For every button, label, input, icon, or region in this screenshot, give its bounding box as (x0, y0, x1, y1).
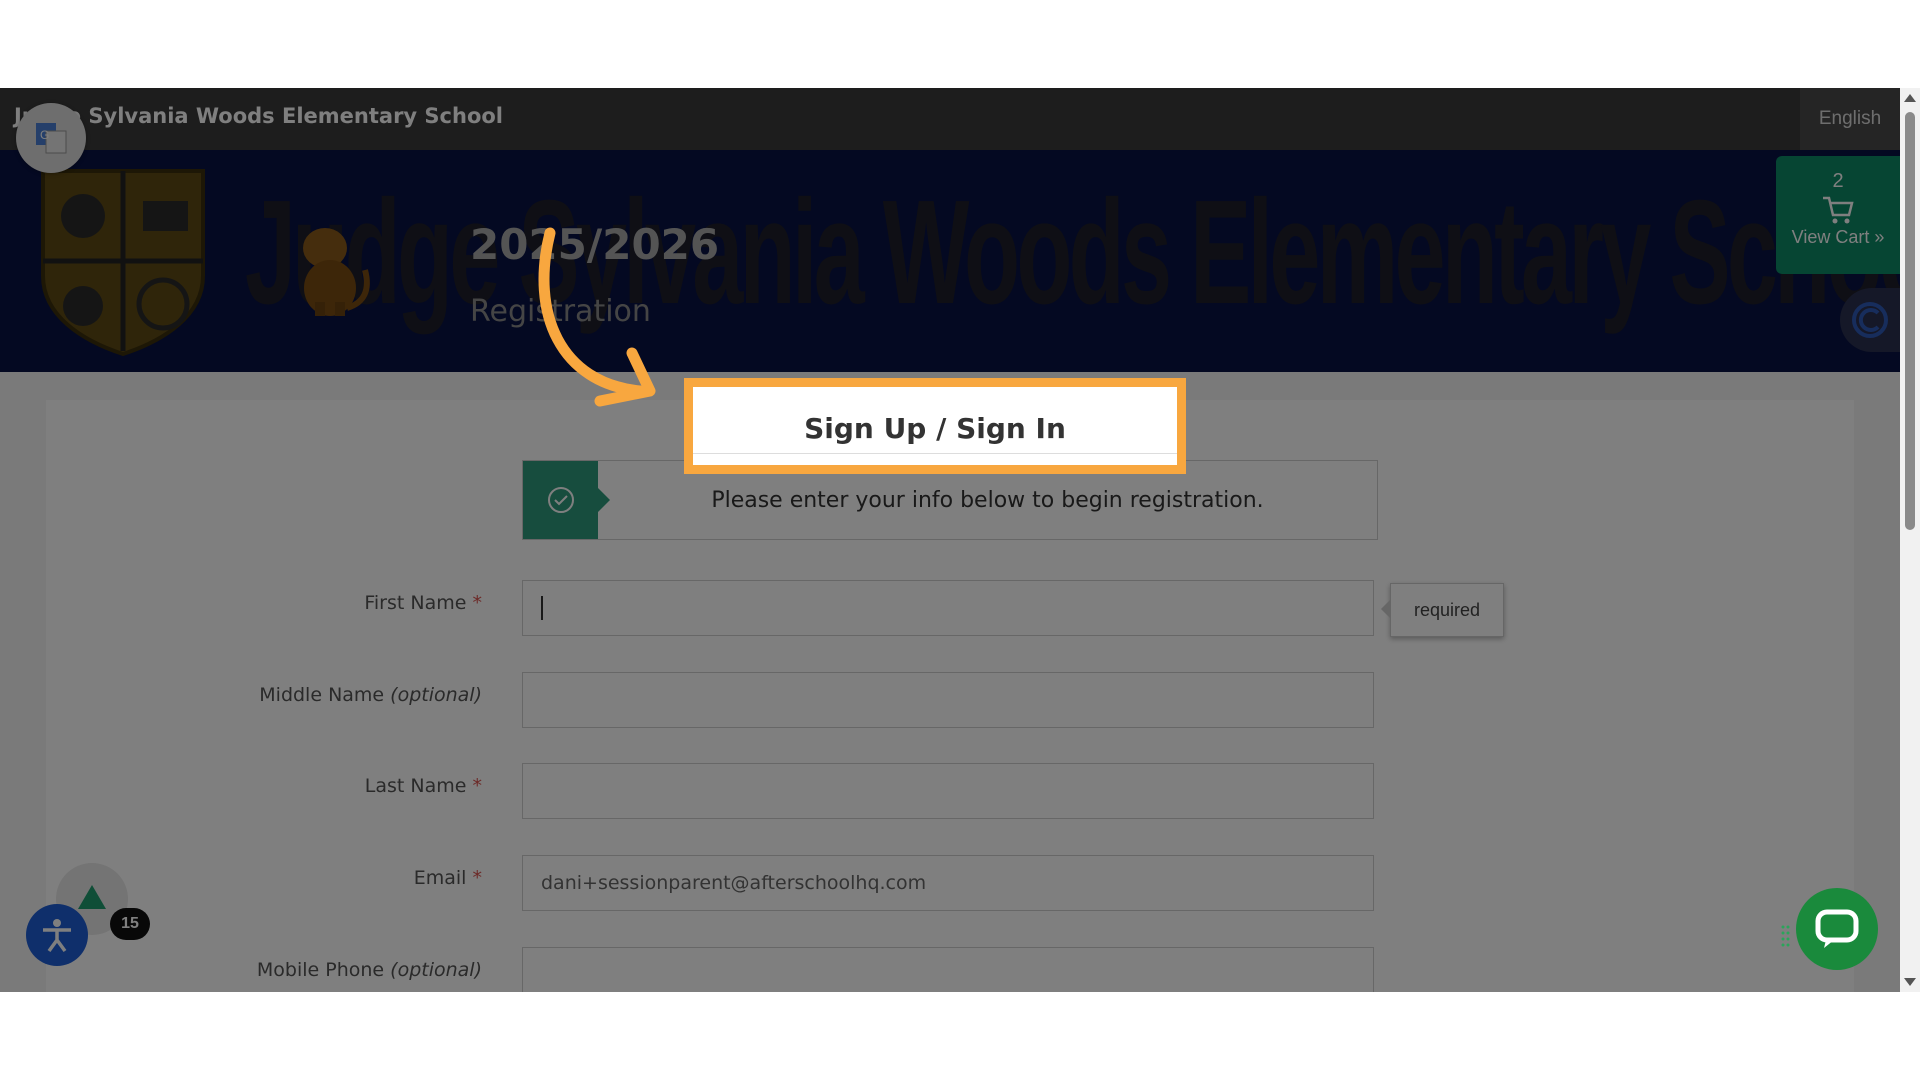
school-name: Judge Sylvania Woods Elementary School (14, 104, 503, 128)
browser-viewport: Judge Sylvania Woods Elementary School E… (0, 88, 1920, 992)
middle-name-input[interactable] (522, 672, 1374, 728)
scroll-up-arrow[interactable] (1904, 94, 1916, 102)
cart-icon (1823, 196, 1854, 224)
chat-button[interactable] (1796, 888, 1878, 970)
language-selector[interactable]: English (1800, 88, 1900, 150)
pointer-arrow-icon (538, 227, 656, 407)
school-crest-logo (41, 169, 205, 356)
mobile-phone-input[interactable] (522, 947, 1374, 992)
check-circle-icon (523, 461, 610, 539)
middle-name-label: Middle Name (optional) (259, 684, 482, 706)
tiger-mascot (303, 228, 370, 316)
cart-count: 2 (1832, 170, 1844, 192)
accessibility-icon (43, 919, 71, 953)
translate-icon: G (36, 123, 67, 154)
scroll-down-arrow[interactable] (1904, 978, 1916, 986)
scroll-thumb[interactable] (1905, 112, 1915, 530)
email-input[interactable]: dani+sessionparent@afterschoolhq.com (522, 855, 1374, 911)
cookie-settings-button[interactable] (1840, 288, 1900, 352)
view-cart-label: View Cart » (1791, 227, 1885, 247)
view-cart-button[interactable]: 2 View Cart » (1776, 156, 1900, 274)
chat-icon (1815, 909, 1859, 948)
drag-handle-icon[interactable] (1781, 925, 1791, 949)
last-name-input[interactable] (522, 763, 1374, 819)
required-tooltip: required (1381, 583, 1504, 637)
svg-text:G: G (40, 128, 49, 142)
notification-badge: 15 (110, 908, 150, 940)
top-bar: Judge Sylvania Woods Elementary School E… (0, 88, 1900, 150)
accessibility-button[interactable] (26, 904, 88, 966)
first-name-input[interactable] (522, 580, 1374, 636)
text-caret (541, 596, 543, 620)
email-label: Email * (413, 867, 482, 889)
vertical-scrollbar[interactable] (1900, 88, 1920, 992)
school-banner: Judge Sylvania Woods Elementary School 2… (0, 150, 1900, 372)
google-translate-button[interactable]: G (16, 103, 86, 173)
last-name-label: Last Name * (364, 775, 482, 797)
first-name-label: First Name * (364, 592, 482, 614)
highlight-box (684, 378, 1186, 474)
mobile-phone-label: Mobile Phone (optional) (256, 959, 482, 981)
cookie-icon (1852, 302, 1888, 338)
